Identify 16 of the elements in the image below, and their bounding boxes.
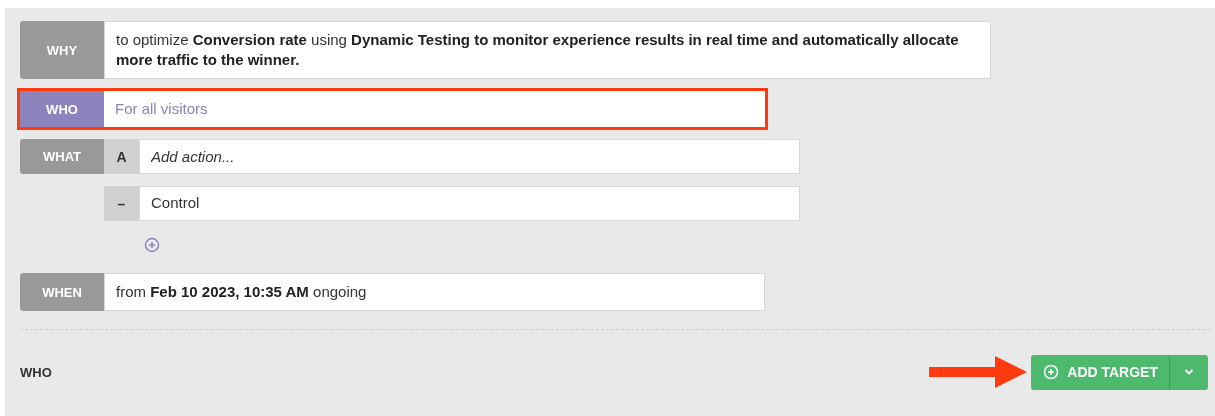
section-title: WHO (20, 364, 52, 380)
variant-tag: – (104, 186, 139, 221)
action-field[interactable]: Control (139, 186, 800, 221)
rule-field[interactable]: For all visitors (104, 91, 765, 127)
rule-field[interactable]: to optimize Conversion rate using Dynamic Testing to monitor experience results in real time and automatically allocate more traffic to the winner. (104, 21, 991, 79)
rule-label: WHEN (20, 273, 104, 311)
rule-label: WHO (20, 91, 104, 127)
rule-label: WHAT (20, 139, 104, 174)
dropdown-button[interactable] (1170, 354, 1208, 390)
add-icon[interactable] (144, 237, 160, 253)
rule-field[interactable]: from Feb 10 2023, 10:35 AM ongoing (104, 273, 765, 311)
add-icon (1043, 364, 1060, 380)
caret-icon (1184, 368, 1194, 376)
action-field[interactable]: Add action... (139, 139, 800, 174)
rule-label: WHY (20, 21, 104, 79)
variant-tag: A (104, 139, 139, 174)
